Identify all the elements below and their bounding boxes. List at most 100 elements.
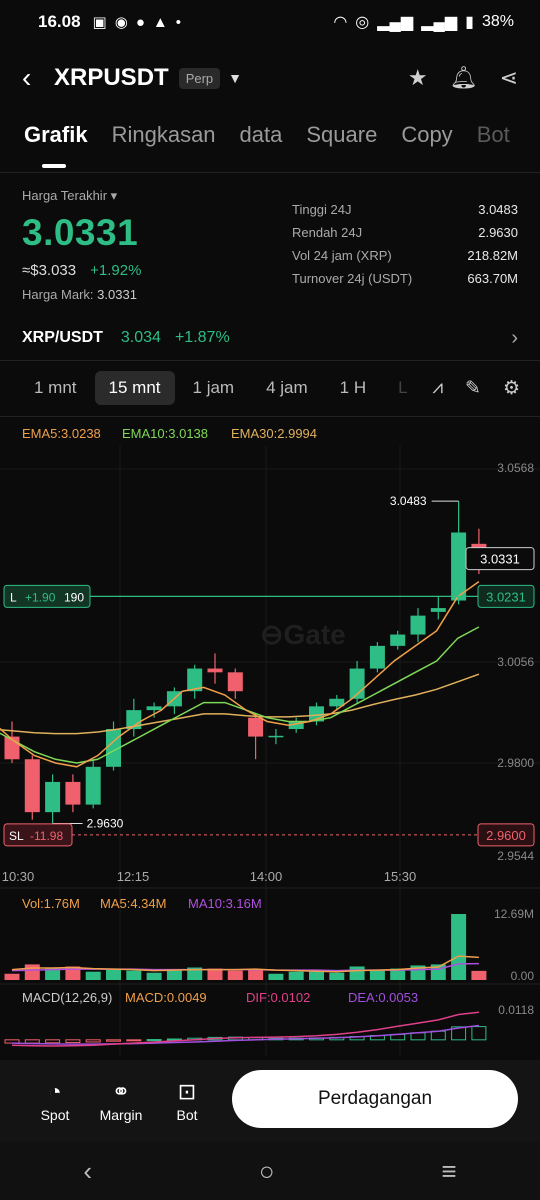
ma5-legend: MA5:4.34M xyxy=(100,896,166,911)
dot-icon: • xyxy=(175,13,182,31)
macd-histogram-bar xyxy=(65,1039,81,1044)
volume-bar xyxy=(146,972,162,980)
interval-1m[interactable]: 1 mnt xyxy=(20,371,91,405)
tab-data[interactable]: data xyxy=(240,122,283,172)
stat-value: 218.82M xyxy=(467,248,518,263)
bottom-nav: ◔ Spot ⚭ Margin ⊡ Bot Perdagangan xyxy=(0,1060,540,1142)
share-icon[interactable]: ⋖ xyxy=(500,65,518,91)
signal-icon: ▂▄▆ xyxy=(377,14,414,31)
robot-icon: ⊡ xyxy=(177,1079,197,1104)
messenger-icon: ◉ xyxy=(114,14,128,31)
nav-margin[interactable]: ⚭ Margin xyxy=(88,1079,154,1123)
status-time: 16.08 xyxy=(38,12,81,31)
stat-label: Tinggi 24J xyxy=(292,202,352,217)
watermark-logo: ⊖Gate xyxy=(260,619,346,650)
last-price: 3.0331 xyxy=(22,212,139,253)
y-tick-label: 3.0568 xyxy=(497,461,534,475)
candle-body xyxy=(227,672,243,692)
volume-max-label: 12.69M xyxy=(494,907,534,921)
interval-1h[interactable]: 1 jam xyxy=(179,371,249,405)
hotspot-icon: ◎ xyxy=(355,14,370,31)
candle-body xyxy=(451,532,467,601)
perp-badge: Perp xyxy=(178,67,221,89)
stop-loss-side: SL xyxy=(9,829,24,843)
stop-loss-price-label: 2.9600 xyxy=(486,828,526,843)
interval-1d[interactable]: 1 H xyxy=(326,371,380,405)
dif-legend: DIF:0.0102 xyxy=(246,990,310,1005)
price-chart[interactable]: ⊖Gate EMA5:3.0238 EMA10:3.0138 EMA30:2.9… xyxy=(0,416,540,1056)
spot-pair-row[interactable]: XRP/USDT 3.034 +1.87% › xyxy=(22,322,518,354)
spot-pair-change: +1.87% xyxy=(174,329,230,346)
stats-24h: Tinggi 24J 3.0483 Rendah 24J 2.9630 Vol 24… xyxy=(292,202,518,294)
contract-symbol[interactable]: XRPUSDT xyxy=(54,64,169,92)
dea-line xyxy=(11,1024,479,1045)
system-back-icon[interactable]: ‹ xyxy=(83,1156,92,1187)
macd-histogram-bar xyxy=(471,1026,487,1041)
interval-more[interactable]: L xyxy=(384,371,421,405)
candle-body xyxy=(369,645,385,669)
mark-price: Harga Mark: 3.0331 xyxy=(22,287,282,302)
trade-button[interactable]: Perdagangan xyxy=(232,1070,518,1128)
last-price-label[interactable]: Harga Terakhir ▾ xyxy=(22,188,282,204)
volume-zero-label: 0.00 xyxy=(511,969,535,983)
spot-pair-price: 3.034 xyxy=(120,329,161,346)
price-summary: Harga Terakhir ▾ 3.0331 ≈$3.033 +1.92% H… xyxy=(22,188,282,302)
settings-gear-icon[interactable]: ⚙ xyxy=(503,377,520,400)
interval-selector: 1 mnt 15 mnt 1 jam 4 jam 1 H L ⩘ ✎ ⚙ xyxy=(20,368,520,408)
position-pnl: +1.90 xyxy=(25,590,56,604)
y-tick-label: 2.9800 xyxy=(497,756,534,770)
notification-icons: ▣ ◉ ● ▲ • xyxy=(93,13,182,32)
system-home-icon[interactable]: ○ xyxy=(259,1156,275,1187)
high-price-label: 3.0483 xyxy=(390,494,427,508)
tab-copy[interactable]: Copy xyxy=(401,122,452,172)
candle-body xyxy=(248,717,264,737)
symbol-dropdown-icon[interactable]: ▼ xyxy=(228,70,242,86)
vol-legend: Vol:1.76M xyxy=(22,896,80,911)
draw-pen-icon[interactable]: ✎ xyxy=(465,377,481,400)
volume-bar xyxy=(471,970,487,980)
candle-body xyxy=(65,781,81,805)
stat-value: 663.70M xyxy=(467,271,518,286)
stat-row: Turnover 24j (USDT) 663.70M xyxy=(292,271,518,294)
wifi-icon: ◠ xyxy=(333,14,348,31)
position-qty: 190 xyxy=(64,590,84,604)
spot-icon: ◔ xyxy=(48,1079,62,1104)
ma10-legend: MA10:3.16M xyxy=(188,896,262,911)
star-icon[interactable]: ★ xyxy=(408,65,428,91)
battery-icon: ▮ xyxy=(465,14,474,31)
nav-spot[interactable]: ◔ Spot xyxy=(22,1079,88,1123)
volume-bar xyxy=(349,966,365,980)
alert-bell-icon[interactable]: 🔔︎ xyxy=(450,65,478,91)
usd-price: ≈$3.033 xyxy=(22,262,77,279)
x-tick-label: 15:30 xyxy=(384,869,417,884)
mark-price-label: Harga Mark: xyxy=(22,287,94,302)
candle-body xyxy=(410,615,426,635)
indicator-icon[interactable]: ⩘ xyxy=(432,377,443,400)
system-recents-icon[interactable]: ≡ xyxy=(441,1156,456,1187)
margin-icon: ⚭ xyxy=(111,1079,131,1104)
tab-grafik[interactable]: Grafik xyxy=(24,122,88,172)
tab-ringkasan[interactable]: Ringkasan xyxy=(112,122,216,172)
stat-row: Vol 24 jam (XRP) 218.82M xyxy=(292,248,518,271)
tab-bot[interactable]: Bot xyxy=(477,122,510,172)
interval-15m[interactable]: 15 mnt xyxy=(94,371,175,405)
ema5-legend: EMA5:3.0238 xyxy=(22,426,101,441)
volume-bar xyxy=(106,969,121,980)
top-bar: ‹ XRPUSDT Perp ▼ ★ 🔔︎ ⋖ xyxy=(0,52,540,104)
macd-histogram-bar xyxy=(106,1039,121,1042)
volume-bar xyxy=(166,970,182,980)
back-arrow-icon[interactable]: ‹ xyxy=(22,62,52,94)
volume-bar xyxy=(288,971,304,980)
interval-4h[interactable]: 4 jam xyxy=(252,371,322,405)
stat-label: Turnover 24j (USDT) xyxy=(292,271,413,286)
current-price-label: 3.0331 xyxy=(480,552,520,567)
nav-bot[interactable]: ⊡ Bot xyxy=(154,1079,220,1123)
tab-square[interactable]: Square xyxy=(306,122,377,172)
nav-spot-label: Spot xyxy=(40,1107,70,1123)
volume-bar xyxy=(268,973,284,980)
candle-body xyxy=(268,735,284,738)
volume-bar xyxy=(248,969,264,980)
volume-bar xyxy=(329,972,345,980)
volume-bar xyxy=(309,971,324,980)
chevron-right-icon[interactable]: › xyxy=(511,327,518,350)
